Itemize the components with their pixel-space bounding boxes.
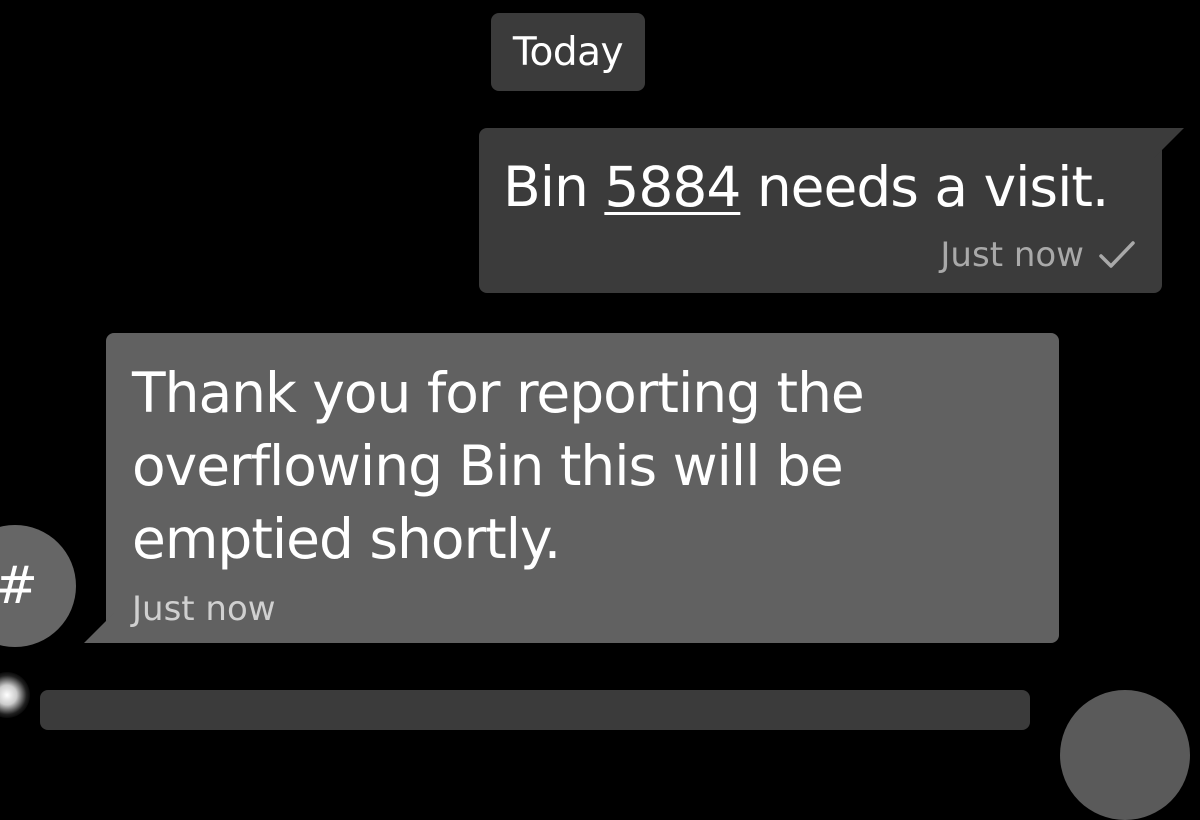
date-separator: Today	[491, 13, 645, 91]
incoming-meta: Just now	[132, 589, 276, 629]
outgoing-timestamp: Just now	[940, 235, 1084, 275]
check-icon	[1099, 241, 1135, 268]
outgoing-message-bubble[interactable]: Bin 5884 needs a visit. Just now	[479, 128, 1184, 293]
sender-avatar[interactable]: #	[0, 525, 76, 647]
outgoing-bubble-tail	[1154, 128, 1184, 158]
outgoing-message-text: Bin 5884 needs a visit.	[503, 154, 1110, 220]
message-text-start: Bin	[503, 155, 605, 219]
next-avatar[interactable]	[1060, 690, 1190, 820]
incoming-timestamp: Just now	[132, 589, 276, 629]
phone-number-link[interactable]: 5884	[604, 155, 741, 219]
incoming-message-text: Thank you for reporting the overflowing …	[132, 361, 865, 571]
incoming-bubble-tail	[84, 613, 114, 643]
next-message-bubble[interactable]	[40, 690, 1030, 730]
outgoing-meta: Just now	[940, 235, 1136, 275]
incoming-message-bubble[interactable]: Thank you for reporting the overflowing …	[84, 333, 1059, 643]
message-text-end: needs a visit.	[740, 155, 1110, 219]
light-glare	[0, 672, 30, 718]
